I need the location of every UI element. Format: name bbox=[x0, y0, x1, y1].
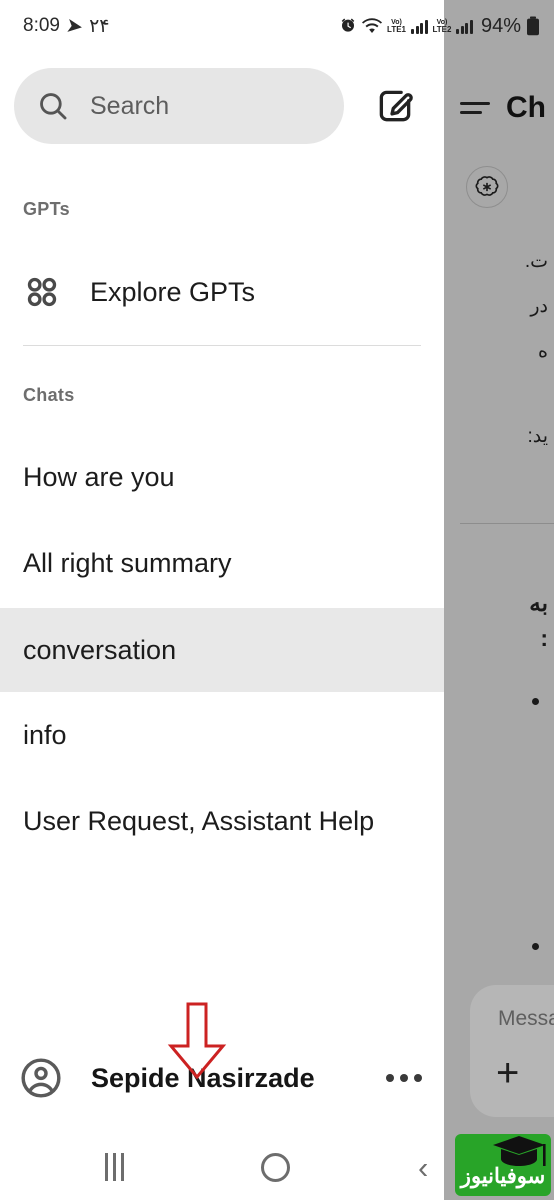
chat-item-label: All right summary bbox=[23, 547, 232, 578]
sidebar-chat-item[interactable]: info bbox=[0, 693, 444, 777]
sidebar-item-explore-gpts[interactable]: Explore GPTs bbox=[0, 262, 444, 322]
wifi-icon bbox=[362, 17, 383, 35]
openai-logo-icon bbox=[466, 166, 508, 208]
plus-icon[interactable]: + bbox=[496, 1053, 519, 1093]
chat-panel-title: Ch bbox=[506, 91, 546, 124]
chat-list-bullet bbox=[532, 943, 539, 950]
status-bar: 8:09 ➤ ۲۴ Vo) LTE1 Vo) LTE2 94% bbox=[0, 0, 554, 52]
recents-button-icon[interactable] bbox=[105, 1153, 124, 1181]
chat-message-line-3: ه bbox=[538, 341, 548, 362]
search-icon bbox=[36, 89, 70, 123]
volte-sim1-bottom: LTE1 bbox=[387, 24, 406, 34]
phone-screen: Ch ت. در ه ید: به : Messa + Search GPTs … bbox=[0, 0, 554, 1200]
user-circle-avatar-icon bbox=[18, 1055, 64, 1101]
account-row[interactable]: Sepide Nasirzade bbox=[0, 1042, 444, 1114]
chat-item-label: conversation bbox=[23, 634, 177, 665]
signal-bars-sim2-icon bbox=[456, 19, 473, 34]
status-bar-left: 8:09 ➤ ۲۴ bbox=[23, 15, 110, 38]
navigation-arrow-icon: ➤ bbox=[65, 14, 84, 37]
sidebar-chat-item[interactable]: All right summary bbox=[0, 521, 444, 605]
home-button-icon[interactable] bbox=[261, 1153, 290, 1182]
compose-pencil-icon[interactable] bbox=[372, 83, 418, 129]
sidebar-chat-item[interactable]: How are you bbox=[0, 435, 444, 519]
chat-panel-divider bbox=[460, 523, 554, 524]
search-input[interactable]: Search bbox=[14, 68, 344, 144]
signal-bars-sim1-icon bbox=[411, 19, 428, 34]
chat-item-label: How are you bbox=[23, 461, 175, 492]
hamburger-menu-icon[interactable] bbox=[460, 96, 494, 120]
chat-heading-colon: : bbox=[540, 625, 548, 651]
battery-percent: 94% bbox=[480, 14, 521, 37]
sidebar-chat-item[interactable]: User Request, Assistant Help bbox=[0, 779, 444, 863]
search-placeholder: Search bbox=[90, 91, 170, 120]
section-divider bbox=[23, 345, 421, 346]
gpts-section-label: GPTs bbox=[23, 199, 70, 219]
search-row: Search bbox=[0, 67, 444, 145]
volte-sim2-icon: Vo) LTE2 bbox=[433, 19, 452, 34]
chat-panel-topbar: Ch bbox=[444, 78, 554, 138]
chat-message-line-1: ت. bbox=[524, 251, 548, 272]
volte-sim2-bottom: LTE2 bbox=[432, 24, 452, 34]
status-bar-right: Vo) LTE1 Vo) LTE2 94% bbox=[339, 0, 540, 52]
chat-list-bullet bbox=[532, 698, 539, 705]
sidebar-chat-item-active[interactable]: conversation bbox=[0, 608, 444, 692]
message-input-placeholder[interactable]: Messa bbox=[498, 1007, 554, 1031]
navigation-drawer: Search GPTs Explore GPTs Chats How are y… bbox=[0, 0, 444, 1135]
chat-message-line-4: ید: bbox=[527, 426, 548, 447]
background-chat-panel[interactable]: Ch ت. در ه ید: به : Messa + bbox=[444, 0, 554, 1135]
chat-item-label: User Request, Assistant Help bbox=[23, 805, 375, 836]
back-button-icon[interactable]: ‹ bbox=[418, 1152, 428, 1183]
status-temperature: ۲۴ bbox=[89, 15, 110, 37]
chat-message-line-2: در bbox=[530, 296, 548, 317]
account-name: Sepide Nasirzade bbox=[91, 1062, 315, 1093]
message-composer[interactable]: Messa + bbox=[470, 985, 554, 1117]
status-time: 8:09 bbox=[23, 15, 60, 36]
three-dots-menu-icon[interactable] bbox=[386, 1074, 422, 1082]
chats-section-label: Chats bbox=[23, 385, 75, 405]
battery-icon bbox=[526, 16, 540, 36]
volte-sim1-icon: Vo) LTE1 bbox=[387, 19, 406, 34]
chat-item-label: info bbox=[23, 719, 67, 750]
watermark-badge: سوفیانیوز bbox=[455, 1134, 551, 1196]
sidebar-item-label: Explore GPTs bbox=[90, 276, 256, 307]
alarm-clock-icon bbox=[339, 17, 357, 35]
chat-heading-text: به bbox=[529, 590, 548, 616]
watermark-text: سوفیانیوز bbox=[460, 1165, 546, 1188]
grid-four-circles-icon bbox=[23, 273, 61, 311]
